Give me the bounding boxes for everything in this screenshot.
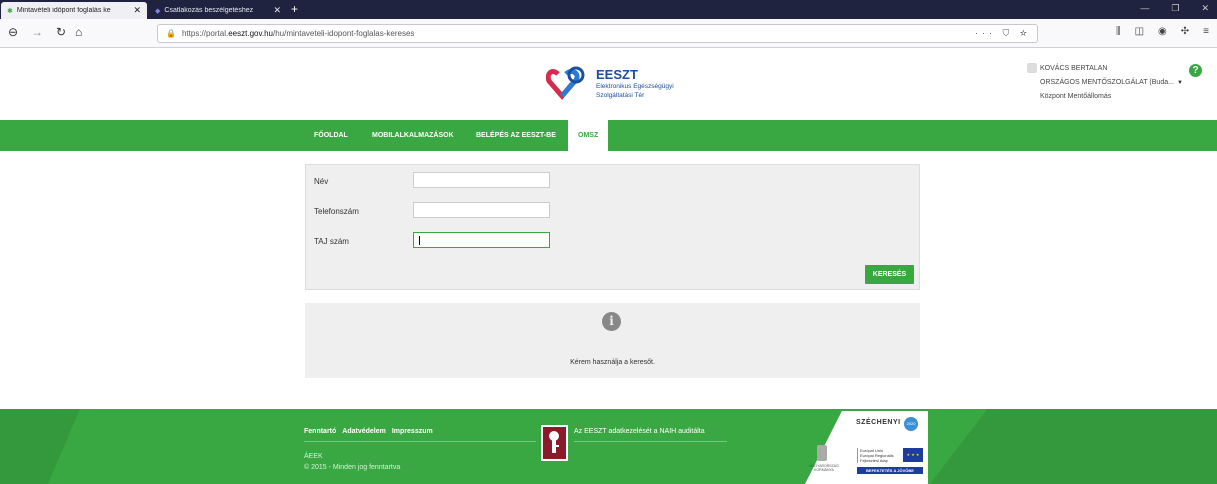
footer-links: Fenntartó Adatvédelem Impresszum (304, 428, 433, 435)
window-controls: — ❐ ✕ (1140, 3, 1209, 14)
restore-icon[interactable]: ❐ (1171, 3, 1179, 14)
library-icon[interactable]: ⫼ (1116, 26, 1121, 37)
taj-input[interactable] (413, 232, 550, 248)
forward-icon[interactable]: → (31, 25, 43, 39)
browser-tab-bar: ✱ Mintavételi időpont foglalás ke ✕ ◆ Cs… (0, 0, 1217, 19)
eeszt-heart-icon (545, 66, 592, 102)
back-icon[interactable]: ⊖ (8, 25, 18, 39)
eu-caption: Európai Unió Európai Regionális Fejleszt… (857, 448, 894, 463)
menu-item-belepes[interactable]: BELÉPÉS AZ EESZT-BE (476, 120, 556, 151)
tab-favicon-icon: ✱ (7, 7, 13, 15)
close-window-icon[interactable]: ✕ (1201, 3, 1209, 14)
footer-divider (574, 441, 727, 442)
footer-copyright: © 2015 - Minden jog fenntartva (304, 464, 401, 471)
logo-title: EESZT (596, 67, 638, 82)
eu-caption-line: Fejlesztési Alap (860, 458, 888, 463)
footer-link-fenntarto[interactable]: Fenntartó (304, 428, 336, 435)
user-org: ORSZÁGOS MENTŐSZOLGÁLAT (Buda... (1040, 79, 1174, 86)
user-name: KOVÁCS BERTALAN (1040, 65, 1108, 72)
url-domain: eeszt.gov.hu (228, 29, 273, 38)
tab-favicon-icon: ◆ (155, 7, 161, 15)
tab-title: Csatlakozás beszélgetéshez (164, 7, 254, 14)
url-path: /hu/mintaveteli-idopont-foglalas-kereses (273, 29, 415, 38)
info-message: Kérem használja a keresőt. (570, 359, 655, 366)
footer-divider (304, 441, 536, 442)
tab-mintaveteli[interactable]: ✱ Mintavételi időpont foglalás ke ✕ (1, 2, 147, 19)
account-icon[interactable]: ◉ (1158, 26, 1167, 37)
text-caret (419, 236, 420, 245)
menu-item-mobilalkalmazasok[interactable]: MOBILALKALMAZÁSOK (372, 120, 454, 151)
footer-link-impresszum[interactable]: Impresszum (392, 428, 433, 435)
user-unit: Központ Mentőállomás (1040, 93, 1112, 100)
phone-label: Telefonszám (314, 207, 359, 216)
info-panel: i Kérem használja a keresőt. (305, 303, 920, 378)
minimize-icon[interactable]: — (1140, 3, 1149, 14)
menu-item-omsz[interactable]: OMSZ (568, 120, 609, 151)
tab-close-icon[interactable]: ✕ (273, 5, 281, 16)
main-menu: FŐOLDAL MOBILALKALMAZÁSOK BELÉPÉS AZ EES… (0, 120, 1217, 151)
toolbar-icons: ⫼ ◫ ◉ ✣ ≡ (1116, 26, 1209, 37)
browser-nav-bar: ⊖ → ↻ ⌂ 🔒 https://portal. eeszt.gov.hu/hu… (0, 19, 1217, 48)
name-label: Név (314, 177, 329, 186)
lock-icon: 🔒 (166, 29, 176, 38)
tab-close-icon[interactable]: ✕ (133, 5, 141, 16)
user-info[interactable]: KOVÁCS BERTALAN ORSZÁGOS MENTŐSZOLGÁLAT … (1027, 62, 1174, 104)
logo-subtitle-1: Elektronikus Egészségügyi (596, 83, 674, 90)
logo-subtitle-2: Szolgáltatási Tér (596, 92, 645, 99)
site-footer: Fenntartó Adatvédelem Impresszum ÁEEK © … (0, 409, 1217, 484)
chevron-down-icon[interactable]: ▼ (1177, 80, 1183, 86)
phone-input[interactable] (413, 202, 550, 218)
eeszt-logo[interactable]: EESZT Elektronikus Egészségügyi Szolgált… (545, 66, 674, 102)
footer-link-adatvedelem[interactable]: Adatvédelem (342, 428, 386, 435)
sidebar-icon[interactable]: ◫ (1135, 26, 1144, 37)
url-actions[interactable]: ··· ⛉ ☆ (975, 28, 1031, 39)
menu-icon[interactable]: ≡ (1203, 26, 1209, 37)
szechenyi-2020-icon: 2020 (904, 417, 918, 431)
naih-key-icon[interactable] (541, 425, 568, 461)
footer-decoration (0, 409, 80, 484)
avatar (1027, 63, 1037, 74)
menu-item-fooldal[interactable]: FŐOLDAL (314, 120, 348, 151)
naih-audit-text[interactable]: Az EESZT adatkezelését a NAIH auditálta (574, 428, 705, 435)
hungary-crest-icon (817, 445, 827, 461)
help-icon[interactable]: ? (1189, 64, 1202, 77)
name-input[interactable] (413, 172, 550, 188)
extensions-icon[interactable]: ✣ (1181, 26, 1189, 37)
site-header: EESZT Elektronikus Egészségügyi Szolgált… (0, 49, 1217, 120)
new-tab-button[interactable]: + (291, 2, 298, 16)
tab-csatlakozas[interactable]: ◆ Csatlakozás beszélgetéshez ✕ (149, 2, 287, 19)
url-prefix: https://portal. (181, 29, 229, 38)
reload-icon[interactable]: ↻ (56, 25, 66, 39)
taj-label: TAJ szám (314, 237, 349, 246)
search-form: Név Telefonszám TAJ szám KERESÉS (305, 164, 920, 290)
footer-org: ÁEEK (304, 453, 323, 460)
info-icon: i (602, 312, 621, 331)
footer-decoration (930, 409, 1217, 484)
search-button[interactable]: KERESÉS (865, 265, 914, 284)
eu-flag-icon: ★ ★ ★ (903, 448, 923, 462)
crest-caption: MAGYARORSZÁG KORMÁNYA (809, 464, 839, 472)
eu-slogan: BEFEKTETÉS A JÖVŐBE (857, 467, 923, 474)
address-bar[interactable]: 🔒 https://portal. eeszt.gov.hu/hu/mintave… (157, 24, 1038, 43)
home-icon[interactable]: ⌂ (75, 25, 82, 39)
szechenyi-title: SZÉCHENYI (856, 419, 901, 426)
tab-title: Mintavételi időpont foglalás ke (16, 7, 111, 14)
